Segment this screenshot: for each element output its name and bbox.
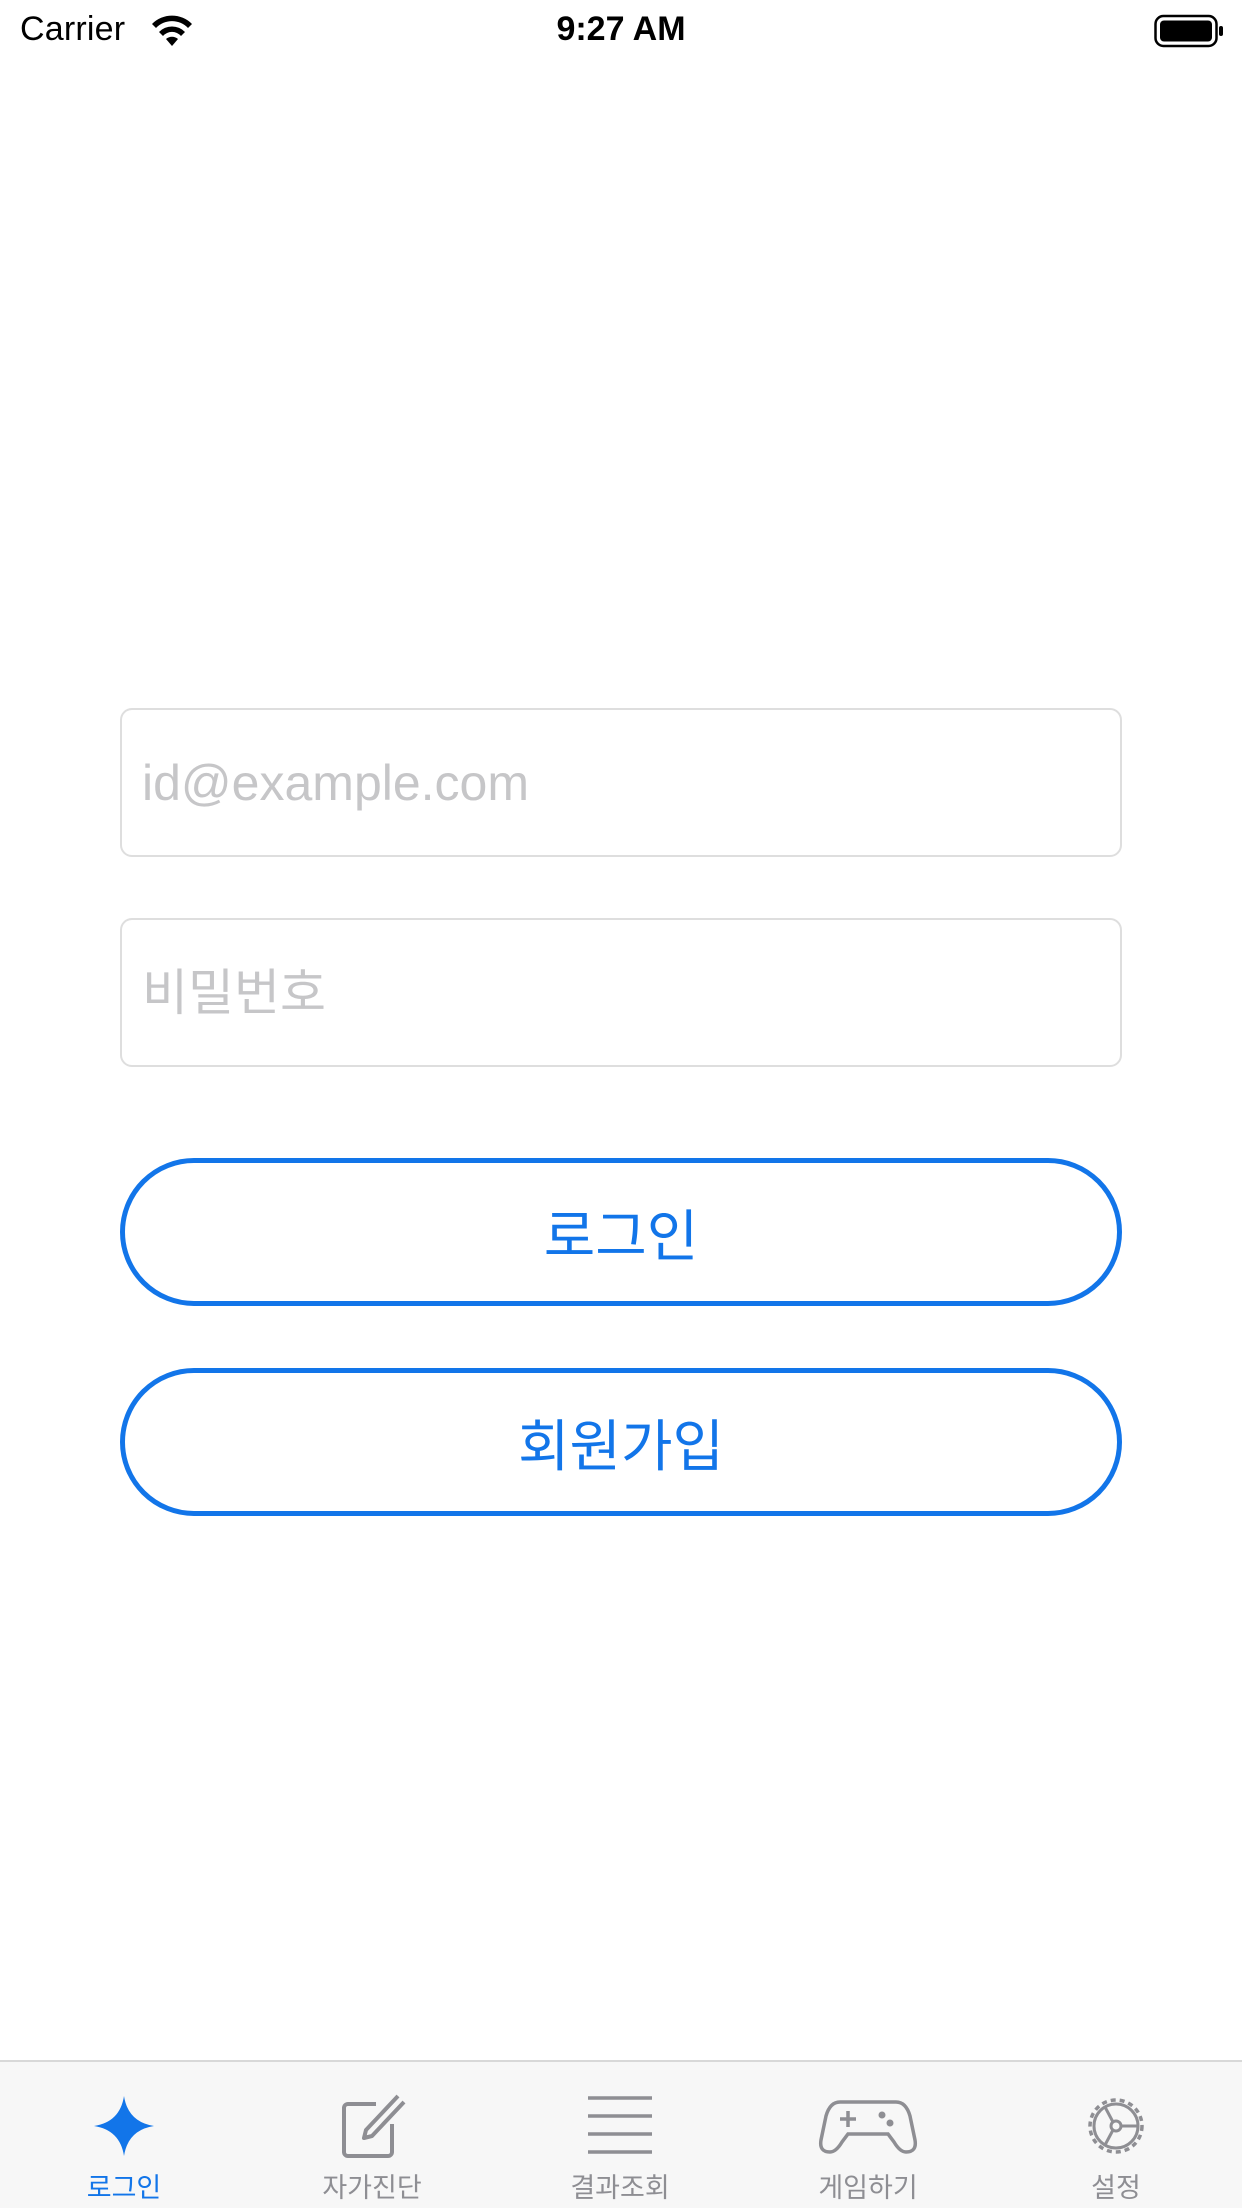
signup-button[interactable]: 회원가입 xyxy=(120,1368,1122,1516)
login-button[interactable]: 로그인 xyxy=(120,1158,1122,1306)
password-input[interactable] xyxy=(142,920,1092,1065)
signup-button-label: 회원가입 xyxy=(517,1414,725,1480)
list-icon xyxy=(588,2096,652,2154)
tab-label: 게임하기 xyxy=(818,2173,918,2204)
email-field[interactable] xyxy=(120,708,1122,857)
clock: 9:27 AM xyxy=(556,10,686,48)
gamepad-icon xyxy=(818,2100,918,2154)
sparkle-icon xyxy=(94,2096,154,2156)
tab-settings[interactable]: 설정 xyxy=(992,2062,1240,2208)
tab-label: 설정 xyxy=(1091,2173,1141,2204)
status-bar: Carrier 9:27 AM xyxy=(0,0,1242,62)
password-field[interactable] xyxy=(120,918,1122,1067)
compose-icon xyxy=(342,2094,406,2158)
gear-icon xyxy=(1088,2098,1144,2154)
tab-results[interactable]: 결과조회 xyxy=(496,2062,744,2208)
login-button-label: 로그인 xyxy=(543,1204,699,1270)
battery-icon xyxy=(1154,14,1223,48)
email-input[interactable] xyxy=(142,710,1092,855)
tab-self-diagnosis[interactable]: 자가진단 xyxy=(248,2062,496,2208)
tab-label: 로그인 xyxy=(86,2173,162,2204)
tab-label: 자가진단 xyxy=(322,2173,422,2204)
tab-bar: 로그인 자가진단 결과조회 게임하기 설정 xyxy=(0,2060,1242,2208)
tab-login[interactable]: 로그인 xyxy=(0,2062,248,2208)
tab-label: 결과조회 xyxy=(570,2173,670,2204)
tab-games[interactable]: 게임하기 xyxy=(744,2062,992,2208)
